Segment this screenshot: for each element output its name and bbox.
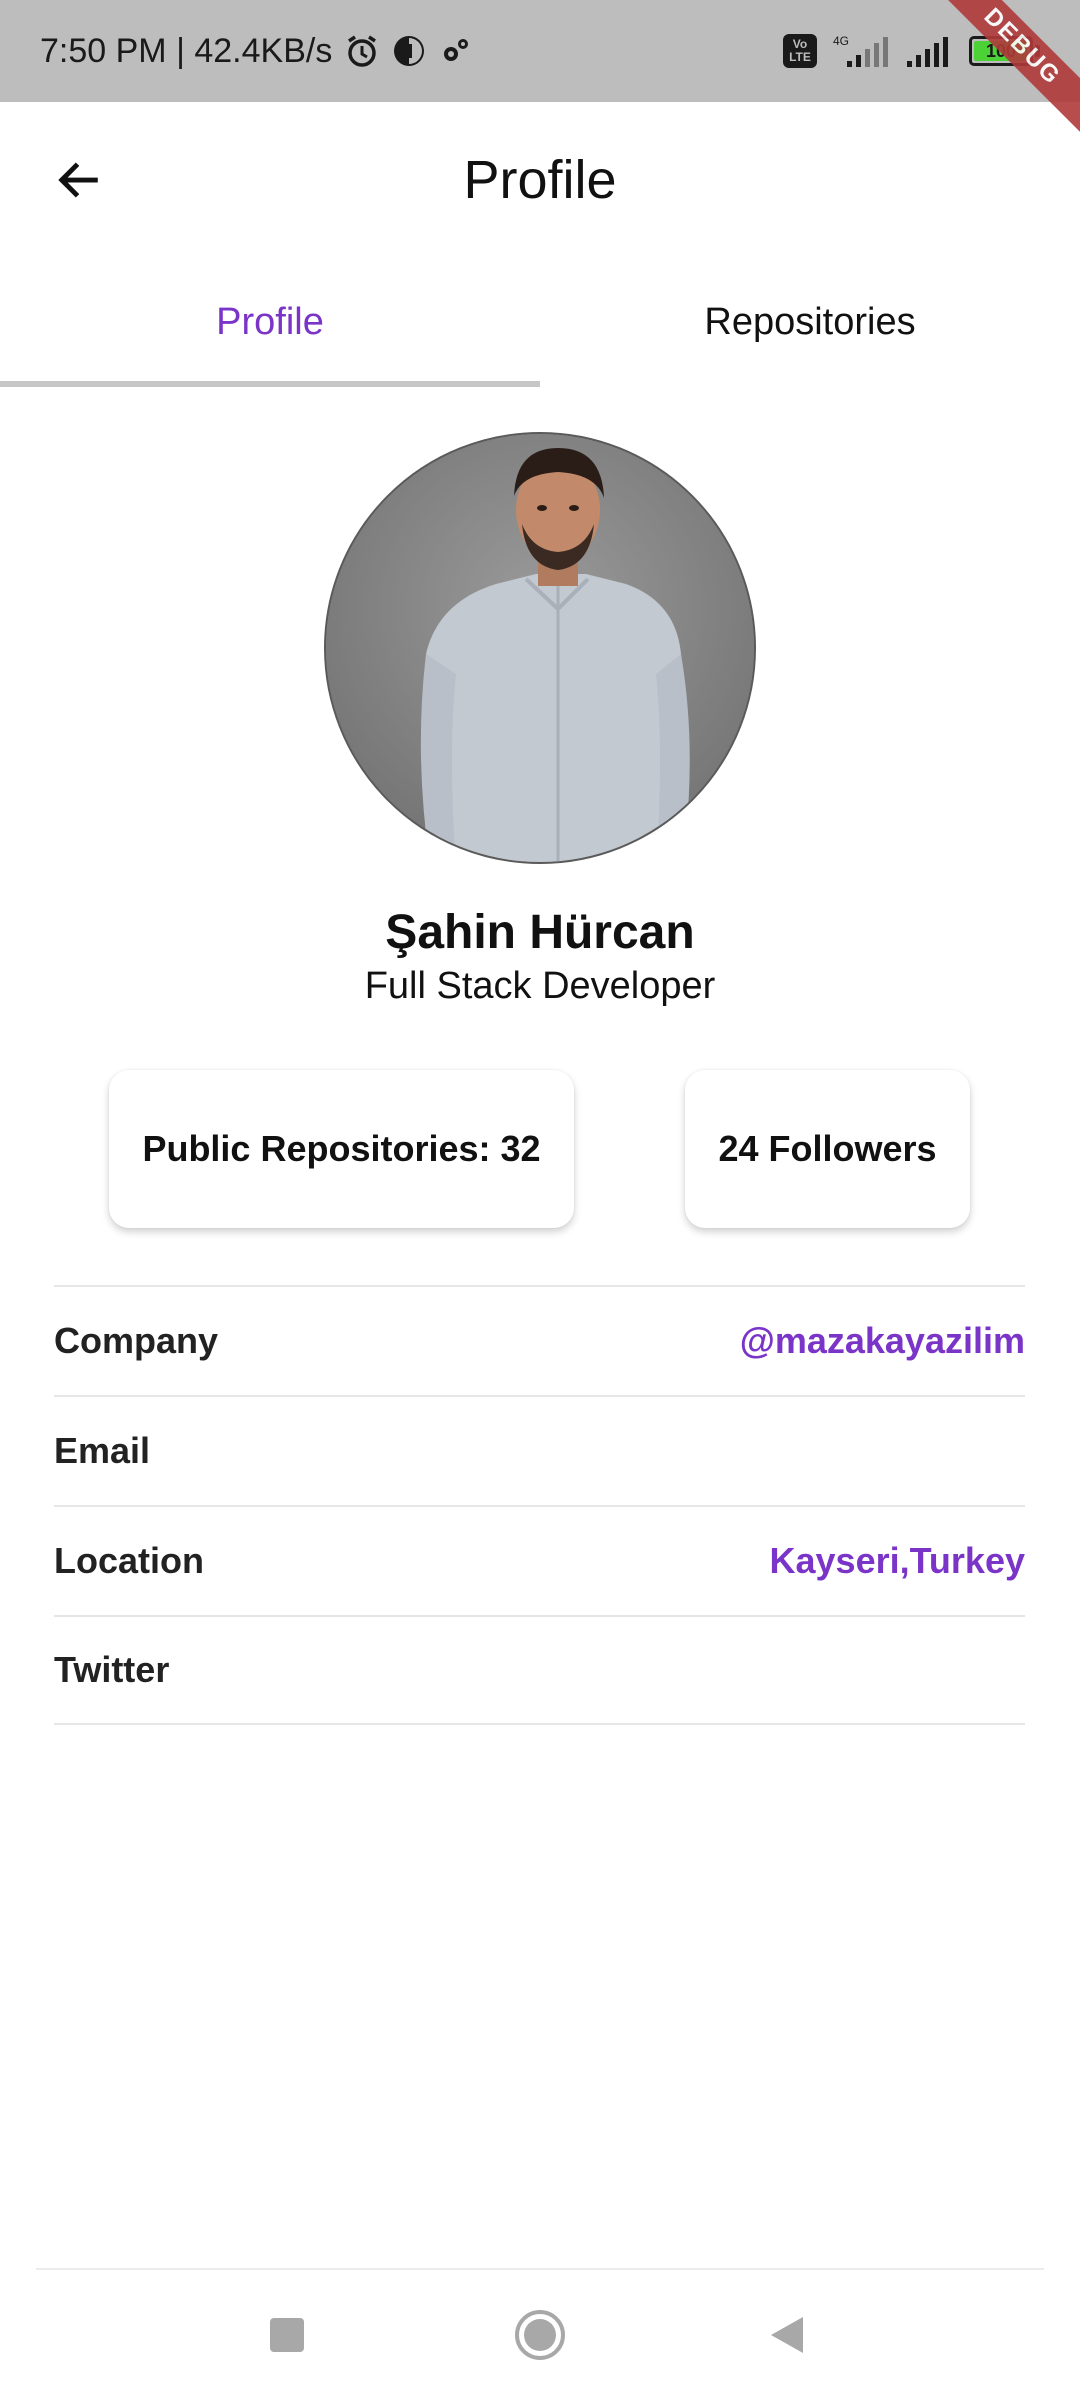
nav-back-button[interactable]	[727, 2270, 847, 2400]
home-button[interactable]	[480, 2270, 600, 2400]
info-value-company[interactable]: @mazakayazilim	[740, 1320, 1025, 1362]
system-nav-bar	[0, 2270, 1080, 2400]
info-label-email: Email	[54, 1430, 151, 1471]
public-repos-card[interactable]: Public Repositories: 32	[109, 1070, 574, 1228]
settings-sync-icon	[438, 34, 472, 68]
recents-button[interactable]	[227, 2270, 347, 2400]
followers-card[interactable]: 24 Followers	[685, 1070, 970, 1228]
page-title: Profile	[463, 149, 617, 210]
profile-name: Şahin Hürcan	[385, 906, 695, 959]
followers-label: 24 Followers	[718, 1128, 937, 1169]
info-label-company: Company	[54, 1320, 219, 1361]
info-row-twitter: Twitter	[54, 1615, 1025, 1725]
status-bar: 7:50 PM | 42.4KB/s VoLTE 4G 100	[0, 0, 1080, 102]
public-repos-label: Public Repositories: 32	[142, 1128, 541, 1169]
info-list: Company @mazakayazilim Email Location Ka…	[54, 1285, 1025, 1725]
square-icon	[270, 2318, 304, 2352]
avatar	[324, 432, 756, 864]
info-row-email: Email	[54, 1395, 1025, 1505]
status-time-speed: 7:50 PM | 42.4KB/s	[40, 31, 333, 70]
info-row-company: Company @mazakayazilim	[54, 1285, 1025, 1395]
signal-4g-icon: 4G	[831, 33, 891, 69]
tab-indicator	[0, 381, 540, 387]
profile-role: Full Stack Developer	[364, 965, 716, 1007]
signal-icon	[905, 33, 955, 69]
info-row-location: Location Kayseri,Turkey	[54, 1505, 1025, 1615]
svg-text:4G: 4G	[833, 34, 849, 48]
tab-bar: Profile Repositories	[0, 257, 1080, 387]
circle-icon	[515, 2310, 565, 2360]
back-button[interactable]	[40, 142, 116, 218]
app-bar: Profile	[0, 102, 1080, 257]
info-label-twitter: Twitter	[54, 1649, 170, 1690]
status-left: 7:50 PM | 42.4KB/s	[40, 0, 472, 102]
info-label-location: Location	[54, 1540, 204, 1581]
triangle-back-icon	[771, 2317, 803, 2353]
alarm-icon	[344, 33, 380, 69]
info-value-location[interactable]: Kayseri,Turkey	[770, 1540, 1025, 1582]
data-saver-icon	[392, 34, 426, 68]
tab-profile[interactable]: Profile	[0, 257, 540, 387]
volte-icon: Vo LTE	[783, 34, 817, 68]
tab-repositories[interactable]: Repositories	[540, 257, 1080, 387]
arrow-back-icon	[58, 162, 98, 198]
